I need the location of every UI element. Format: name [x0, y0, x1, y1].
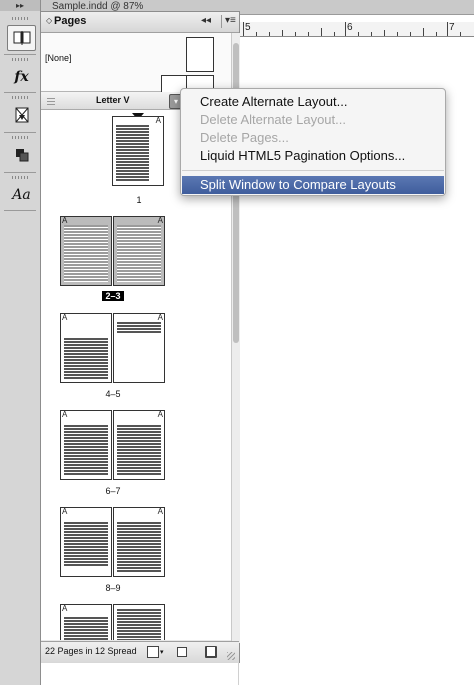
master-letter: A [62, 313, 68, 322]
character-styles-icon: Aa [12, 187, 31, 203]
panel-menu-icon[interactable]: ▾≡ [221, 15, 236, 28]
effects-fx-icon: fx [14, 69, 29, 85]
spread-label[interactable]: 1 [86, 195, 192, 205]
spread[interactable]: A A [60, 507, 166, 577]
character-styles-panel-button[interactable]: Aa [7, 182, 36, 208]
spread-label[interactable]: 8–9 [60, 583, 166, 593]
spread-label[interactable]: 4–5 [60, 389, 166, 399]
panel-dock: ▸▸ fx Aa [0, 0, 41, 685]
new-page-icon[interactable] [177, 647, 187, 657]
spread-label[interactable]: 6–7 [60, 486, 166, 496]
ruler-number: 5 [245, 22, 251, 33]
dock-grip[interactable] [12, 17, 28, 20]
ruler-number: 7 [449, 22, 455, 33]
layout-context-menu: Create Alternate Layout... Delete Altern… [180, 88, 446, 196]
dock-grip[interactable] [12, 136, 28, 139]
page-thumbnail[interactable]: A [60, 604, 112, 640]
page-thumbnail[interactable]: A [60, 313, 112, 383]
master-letter: A [157, 313, 163, 322]
spread[interactable]: A [86, 116, 192, 186]
layers-icon [15, 149, 28, 162]
menu-item-liquid-html5-pagination-options[interactable]: Liquid HTML5 Pagination Options... [182, 147, 444, 165]
layout-grip [47, 96, 55, 105]
master-letter: A [157, 410, 163, 419]
menu-item-delete-pages[interactable]: Delete Pages... [182, 129, 444, 147]
master-letter: A [157, 507, 163, 516]
page-thumbnail[interactable]: A [60, 216, 112, 286]
none-master-thumbnail[interactable] [186, 37, 214, 72]
spread[interactable]: A A [60, 410, 166, 480]
effects-panel-button[interactable]: fx [7, 64, 36, 90]
menu-item-split-window-to-compare-layouts[interactable]: Split Window to Compare Layouts [182, 176, 444, 194]
panel-header[interactable]: ◇ Pages ◂◂ ▾≡ [41, 12, 239, 33]
panel-collapse-icon[interactable]: ◇ [46, 16, 52, 29]
spread[interactable]: A [60, 604, 166, 640]
links-icon [15, 107, 28, 123]
layers-panel-button[interactable] [7, 142, 36, 168]
collapse-panel-icon[interactable]: ◂◂ [201, 15, 211, 28]
menu-item-create-alternate-layout[interactable]: Create Alternate Layout... [182, 93, 444, 111]
page-thumbnail[interactable]: A [113, 410, 165, 480]
chevron-down-icon[interactable]: ▾ [160, 648, 164, 656]
panel-footer: 22 Pages in 12 Spread ▾ [41, 641, 239, 663]
none-master-label[interactable]: [None] [45, 53, 72, 63]
spread[interactable]: A A [60, 313, 166, 383]
master-letter: A [62, 410, 68, 419]
page-thumbnail[interactable]: A [60, 507, 112, 577]
page-count-status: 22 Pages in 12 Spread [45, 646, 137, 656]
page-size-icon[interactable] [147, 646, 159, 658]
page-thumbnail[interactable]: A [113, 216, 165, 286]
dock-grip[interactable] [12, 176, 28, 179]
dock-grip[interactable] [12, 58, 28, 61]
master-letter: A [157, 216, 163, 225]
page-thumbnail[interactable]: A [113, 313, 165, 383]
links-panel-button[interactable] [7, 102, 36, 128]
panel-title[interactable]: Pages [54, 15, 86, 27]
layout-name[interactable]: Letter V [96, 95, 130, 105]
ruler-number: 6 [347, 22, 353, 33]
page-thumbnail[interactable]: A [60, 410, 112, 480]
trash-icon[interactable] [205, 646, 217, 658]
page-thumbnail[interactable] [113, 604, 165, 640]
horizontal-ruler[interactable]: 5 6 7 [238, 22, 474, 37]
masters-section: [None] [41, 33, 231, 92]
master-letter: A [62, 216, 68, 225]
page-thumbnail[interactable]: A [112, 116, 164, 186]
spread-label[interactable]: 2–3 [60, 291, 166, 301]
master-letter: A [62, 604, 68, 613]
menu-separator [182, 170, 444, 171]
spread[interactable]: A A [60, 216, 166, 286]
master-letter: A [155, 116, 161, 125]
pages-panel-button[interactable] [7, 25, 36, 51]
dock-grip[interactable] [12, 96, 28, 99]
expand-dock-icon[interactable]: ▸▸ [0, 0, 40, 11]
page-thumbnail[interactable]: A [113, 507, 165, 577]
master-letter: A [62, 507, 68, 516]
menu-item-delete-alternate-layout[interactable]: Delete Alternate Layout... [182, 111, 444, 129]
pages-icon [13, 31, 30, 45]
resize-grip-icon[interactable] [227, 652, 235, 660]
